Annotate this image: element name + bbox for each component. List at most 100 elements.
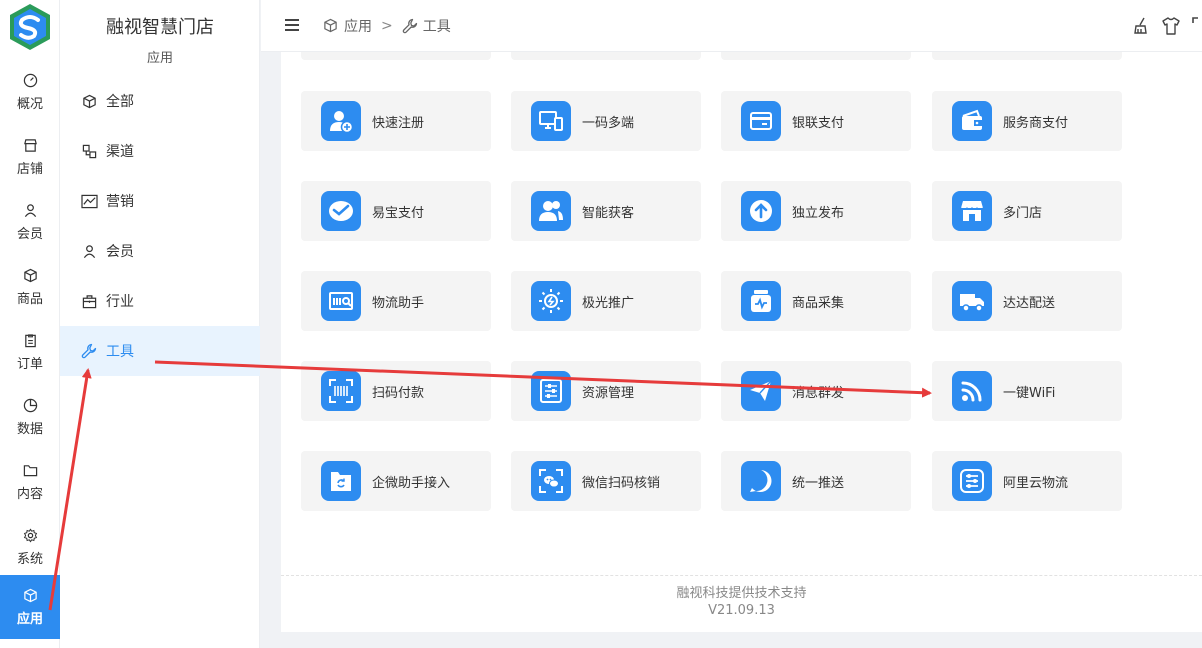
tool-label: 企微助手接入 bbox=[372, 475, 451, 491]
rail-item-overview[interactable]: 概况 bbox=[0, 60, 60, 124]
sidebar-item-label: 全部 bbox=[106, 94, 134, 110]
wrench-icon bbox=[402, 18, 418, 34]
tool-tile-standalone-publish[interactable]: 独立发布 bbox=[721, 181, 911, 241]
tool-tile-yeepay[interactable]: 易宝支付 bbox=[301, 181, 491, 241]
rail-item-system[interactable]: 系统 bbox=[0, 515, 60, 579]
briefcase-icon bbox=[80, 292, 98, 310]
tool-label: 物流助手 bbox=[372, 295, 425, 311]
tool-tile-scan-pay[interactable]: 扫码付款 bbox=[301, 361, 491, 421]
upload-icon bbox=[741, 191, 781, 231]
folder-icon bbox=[22, 462, 38, 478]
main-nav-rail: 概况 店铺 会员 商品 订单 数据 内容 系统 应用 bbox=[0, 0, 60, 648]
tool-tile-product-collect[interactable]: 商品采集 bbox=[721, 271, 911, 331]
sidebar-title: 应用 bbox=[146, 51, 173, 66]
tool-tile-multi-device[interactable]: 一码多端 bbox=[511, 91, 701, 151]
rail-item-store[interactable]: 店铺 bbox=[0, 125, 60, 189]
wrench-icon bbox=[80, 342, 98, 360]
breadcrumb-item-apps[interactable]: 应用 bbox=[344, 16, 372, 36]
breadcrumb-item-tools: 工具 bbox=[422, 19, 451, 35]
wifi-icon bbox=[952, 371, 992, 411]
push-arrow-icon bbox=[741, 461, 781, 501]
tool-tile-logistics-assistant[interactable]: 物流助手 bbox=[301, 271, 491, 331]
main-content: 快速注册 一码多端 银联支付 服务商支付 易宝支付 智能获客 独立发布 多门店 … bbox=[281, 52, 1202, 632]
tshirt-icon[interactable] bbox=[1161, 16, 1181, 36]
tool-tile-wechat-verify[interactable]: 微信扫码核销 bbox=[511, 451, 701, 511]
pie-chart-icon bbox=[22, 397, 38, 413]
tool-label: 达达配送 bbox=[1003, 295, 1056, 311]
truck-icon bbox=[952, 281, 992, 321]
sidebar-item-members[interactable]: 会员 bbox=[60, 226, 260, 276]
tile-partial bbox=[301, 52, 491, 60]
rail-item-label: 概况 bbox=[16, 97, 43, 112]
tool-tile-smart-acquire[interactable]: 智能获客 bbox=[511, 181, 701, 241]
sidebar-item-label: 渠道 bbox=[106, 144, 134, 160]
clipboard-icon bbox=[22, 332, 38, 348]
footer-divider bbox=[281, 575, 1202, 576]
rail-item-apps[interactable]: 应用 bbox=[0, 575, 60, 639]
sidebar-item-marketing[interactable]: 营销 bbox=[60, 176, 260, 226]
rail-item-label: 店铺 bbox=[16, 162, 43, 177]
cube-icon bbox=[22, 267, 38, 283]
rail-item-orders[interactable]: 订单 bbox=[0, 320, 60, 384]
shop-icon bbox=[952, 191, 992, 231]
sliders-icon bbox=[531, 371, 571, 411]
rail-item-data[interactable]: 数据 bbox=[0, 385, 60, 449]
tool-tile-unionpay[interactable]: 银联支付 bbox=[721, 91, 911, 151]
sidebar-item-label: 营销 bbox=[106, 194, 134, 210]
collect-icon bbox=[741, 281, 781, 321]
cube-icon bbox=[22, 587, 38, 603]
gear-icon bbox=[22, 527, 38, 543]
rail-item-label: 会员 bbox=[16, 227, 43, 242]
rail-item-label: 订单 bbox=[16, 357, 43, 372]
sidebar-item-industry[interactable]: 行业 bbox=[60, 276, 260, 326]
channel-icon bbox=[80, 142, 98, 160]
folder-sync-icon bbox=[321, 461, 361, 501]
fullscreen-icon[interactable] bbox=[1191, 16, 1202, 36]
breadcrumb-separator: > bbox=[381, 18, 393, 34]
tool-label: 易宝支付 bbox=[372, 205, 425, 221]
broom-icon[interactable] bbox=[1131, 16, 1151, 36]
tool-label: 极光推广 bbox=[582, 295, 635, 311]
tool-label: 阿里云物流 bbox=[1003, 475, 1069, 491]
send-icon bbox=[741, 371, 781, 411]
secondary-sidebar: 融视智慧门店 应用 全部 渠道 营销 会员 行业 工具 bbox=[60, 0, 260, 648]
tool-tile-one-click-wifi[interactable]: 一键WiFi bbox=[932, 361, 1122, 421]
tool-tile-wecom-assistant[interactable]: 企微助手接入 bbox=[301, 451, 491, 511]
top-header: 应用 > 工具 bbox=[261, 0, 1202, 52]
dashboard-icon bbox=[22, 72, 38, 88]
tool-label: 商品采集 bbox=[792, 295, 845, 311]
sidebar-item-channels[interactable]: 渠道 bbox=[60, 126, 260, 176]
tool-tile-quick-register[interactable]: 快速注册 bbox=[301, 91, 491, 151]
rail-item-products[interactable]: 商品 bbox=[0, 255, 60, 319]
cube-icon bbox=[80, 92, 98, 110]
users-icon bbox=[531, 191, 571, 231]
sidebar-item-tools[interactable]: 工具 bbox=[60, 326, 260, 376]
sidebar-item-all[interactable]: 全部 bbox=[60, 76, 260, 126]
user-add-icon bbox=[321, 101, 361, 141]
logistics-icon bbox=[321, 281, 361, 321]
breadcrumb: 应用 > 工具 bbox=[323, 0, 451, 52]
tool-tile-multi-store[interactable]: 多门店 bbox=[932, 181, 1122, 241]
tool-tile-mass-message[interactable]: 消息群发 bbox=[721, 361, 911, 421]
rail-item-members[interactable]: 会员 bbox=[0, 190, 60, 254]
brand-name: 融视智慧门店 bbox=[106, 17, 214, 38]
rail-item-label: 系统 bbox=[16, 552, 43, 567]
rail-item-content[interactable]: 内容 bbox=[0, 450, 60, 514]
cube-icon bbox=[323, 18, 339, 34]
tool-tile-unified-push[interactable]: 统一推送 bbox=[721, 451, 911, 511]
tile-partial bbox=[932, 52, 1122, 60]
tool-tile-aliyun-logistics[interactable]: 阿里云物流 bbox=[932, 451, 1122, 511]
tool-tile-aurora-promotion[interactable]: 极光推广 bbox=[511, 271, 701, 331]
tool-label: 服务商支付 bbox=[1003, 115, 1069, 131]
tool-label: 一码多端 bbox=[582, 115, 635, 131]
rail-item-label: 应用 bbox=[16, 612, 43, 627]
tool-tile-provider-pay[interactable]: 服务商支付 bbox=[932, 91, 1122, 151]
multi-device-icon bbox=[531, 101, 571, 141]
tool-label: 快速注册 bbox=[372, 115, 425, 131]
tool-tile-dada-delivery[interactable]: 达达配送 bbox=[932, 271, 1122, 331]
store-icon bbox=[22, 137, 38, 153]
menu-toggle-icon[interactable] bbox=[283, 16, 301, 34]
tool-tile-resource-manage[interactable]: 资源管理 bbox=[511, 361, 701, 421]
pay-check-icon bbox=[321, 191, 361, 231]
tile-partial bbox=[511, 52, 701, 60]
